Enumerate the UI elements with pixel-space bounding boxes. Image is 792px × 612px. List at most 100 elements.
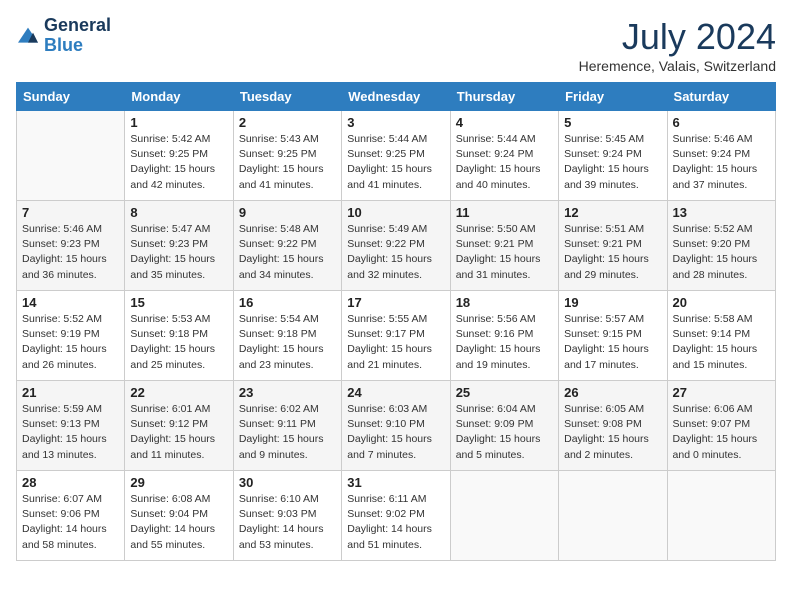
- calendar-cell: 21 Sunrise: 5:59 AMSunset: 9:13 PMDayligh…: [17, 381, 125, 471]
- day-info: Sunrise: 5:48 AMSunset: 9:22 PMDaylight:…: [239, 222, 336, 283]
- day-info: Sunrise: 5:49 AMSunset: 9:22 PMDaylight:…: [347, 222, 444, 283]
- weekday-header: Saturday: [667, 83, 775, 111]
- calendar-cell: 22 Sunrise: 6:01 AMSunset: 9:12 PMDayligh…: [125, 381, 233, 471]
- day-info: Sunrise: 5:55 AMSunset: 9:17 PMDaylight:…: [347, 312, 444, 373]
- calendar-cell: 31 Sunrise: 6:11 AMSunset: 9:02 PMDayligh…: [342, 471, 450, 561]
- calendar-cell: [559, 471, 667, 561]
- day-number: 20: [673, 295, 770, 310]
- calendar-cell: 25 Sunrise: 6:04 AMSunset: 9:09 PMDayligh…: [450, 381, 558, 471]
- calendar-cell: 24 Sunrise: 6:03 AMSunset: 9:10 PMDayligh…: [342, 381, 450, 471]
- title-block: July 2024 Heremence, Valais, Switzerland: [579, 16, 776, 74]
- calendar-cell: 13Sunrise: 5:52 AMSunset: 9:20 PMDayligh…: [667, 201, 775, 291]
- calendar-cell: 16 Sunrise: 5:54 AMSunset: 9:18 PMDayligh…: [233, 291, 341, 381]
- weekday-header: Tuesday: [233, 83, 341, 111]
- day-number: 21: [22, 385, 119, 400]
- weekday-header: Monday: [125, 83, 233, 111]
- calendar-cell: 3 Sunrise: 5:44 AMSunset: 9:25 PMDaylight…: [342, 111, 450, 201]
- day-number: 1: [130, 115, 227, 130]
- day-number: 26: [564, 385, 661, 400]
- logo-icon: [16, 26, 40, 46]
- day-info: Sunrise: 6:11 AMSunset: 9:02 PMDaylight:…: [347, 492, 444, 553]
- day-info: Sunrise: 5:50 AMSunset: 9:21 PMDaylight:…: [456, 222, 553, 283]
- day-info: Sunrise: 6:07 AMSunset: 9:06 PMDaylight:…: [22, 492, 119, 553]
- day-info: Sunrise: 5:58 AMSunset: 9:14 PMDaylight:…: [673, 312, 770, 373]
- calendar-cell: 30 Sunrise: 6:10 AMSunset: 9:03 PMDayligh…: [233, 471, 341, 561]
- day-number: 2: [239, 115, 336, 130]
- calendar-cell: 15 Sunrise: 5:53 AMSunset: 9:18 PMDayligh…: [125, 291, 233, 381]
- day-info: Sunrise: 5:56 AMSunset: 9:16 PMDaylight:…: [456, 312, 553, 373]
- day-info: Sunrise: 5:45 AMSunset: 9:24 PMDaylight:…: [564, 132, 661, 193]
- month-title: July 2024: [579, 16, 776, 58]
- day-number: 9: [239, 205, 336, 220]
- calendar-cell: 9 Sunrise: 5:48 AMSunset: 9:22 PMDaylight…: [233, 201, 341, 291]
- calendar-cell: 19 Sunrise: 5:57 AMSunset: 9:15 PMDayligh…: [559, 291, 667, 381]
- calendar-cell: 29Sunrise: 6:08 AMSunset: 9:04 PMDayligh…: [125, 471, 233, 561]
- day-info: Sunrise: 5:51 AMSunset: 9:21 PMDaylight:…: [564, 222, 661, 283]
- day-number: 24: [347, 385, 444, 400]
- day-info: Sunrise: 5:54 AMSunset: 9:18 PMDaylight:…: [239, 312, 336, 373]
- day-number: 13: [673, 205, 770, 220]
- day-info: Sunrise: 5:43 AMSunset: 9:25 PMDaylight:…: [239, 132, 336, 193]
- calendar-cell: 28 Sunrise: 6:07 AMSunset: 9:06 PMDayligh…: [17, 471, 125, 561]
- calendar-cell: 20 Sunrise: 5:58 AMSunset: 9:14 PMDayligh…: [667, 291, 775, 381]
- weekday-header: Thursday: [450, 83, 558, 111]
- day-info: Sunrise: 5:44 AMSunset: 9:25 PMDaylight:…: [347, 132, 444, 193]
- calendar-cell: 6Sunrise: 5:46 AMSunset: 9:24 PMDaylight…: [667, 111, 775, 201]
- day-info: Sunrise: 5:47 AMSunset: 9:23 PMDaylight:…: [130, 222, 227, 283]
- calendar-cell: 27 Sunrise: 6:06 AMSunset: 9:07 PMDayligh…: [667, 381, 775, 471]
- day-number: 15: [130, 295, 227, 310]
- calendar-cell: 4Sunrise: 5:44 AMSunset: 9:24 PMDaylight…: [450, 111, 558, 201]
- day-info: Sunrise: 5:46 AMSunset: 9:23 PMDaylight:…: [22, 222, 119, 283]
- day-number: 30: [239, 475, 336, 490]
- day-number: 17: [347, 295, 444, 310]
- day-number: 8: [130, 205, 227, 220]
- day-number: 11: [456, 205, 553, 220]
- day-info: Sunrise: 6:10 AMSunset: 9:03 PMDaylight:…: [239, 492, 336, 553]
- day-number: 31: [347, 475, 444, 490]
- calendar-table: SundayMondayTuesdayWednesdayThursdayFrid…: [16, 82, 776, 561]
- day-info: Sunrise: 5:44 AMSunset: 9:24 PMDaylight:…: [456, 132, 553, 193]
- page-header: General Blue July 2024 Heremence, Valais…: [16, 16, 776, 74]
- day-number: 27: [673, 385, 770, 400]
- calendar-week-row: 28 Sunrise: 6:07 AMSunset: 9:06 PMDayligh…: [17, 471, 776, 561]
- day-number: 28: [22, 475, 119, 490]
- day-info: Sunrise: 5:57 AMSunset: 9:15 PMDaylight:…: [564, 312, 661, 373]
- calendar-cell: 10Sunrise: 5:49 AMSunset: 9:22 PMDayligh…: [342, 201, 450, 291]
- day-info: Sunrise: 6:06 AMSunset: 9:07 PMDaylight:…: [673, 402, 770, 463]
- calendar-cell: 17 Sunrise: 5:55 AMSunset: 9:17 PMDayligh…: [342, 291, 450, 381]
- day-number: 19: [564, 295, 661, 310]
- weekday-header: Sunday: [17, 83, 125, 111]
- day-number: 25: [456, 385, 553, 400]
- day-info: Sunrise: 5:53 AMSunset: 9:18 PMDaylight:…: [130, 312, 227, 373]
- day-number: 6: [673, 115, 770, 130]
- calendar-cell: 7 Sunrise: 5:46 AMSunset: 9:23 PMDaylight…: [17, 201, 125, 291]
- day-info: Sunrise: 5:52 AMSunset: 9:19 PMDaylight:…: [22, 312, 119, 373]
- day-number: 7: [22, 205, 119, 220]
- day-info: Sunrise: 5:59 AMSunset: 9:13 PMDaylight:…: [22, 402, 119, 463]
- day-info: Sunrise: 6:05 AMSunset: 9:08 PMDaylight:…: [564, 402, 661, 463]
- day-number: 14: [22, 295, 119, 310]
- logo: General Blue: [16, 16, 111, 56]
- day-number: 12: [564, 205, 661, 220]
- calendar-week-row: 21 Sunrise: 5:59 AMSunset: 9:13 PMDayligh…: [17, 381, 776, 471]
- calendar-cell: 12 Sunrise: 5:51 AMSunset: 9:21 PMDayligh…: [559, 201, 667, 291]
- location: Heremence, Valais, Switzerland: [579, 58, 776, 74]
- weekday-header: Friday: [559, 83, 667, 111]
- logo-text: General Blue: [44, 16, 111, 56]
- day-number: 22: [130, 385, 227, 400]
- calendar-cell: [667, 471, 775, 561]
- day-info: Sunrise: 6:01 AMSunset: 9:12 PMDaylight:…: [130, 402, 227, 463]
- calendar-cell: 18Sunrise: 5:56 AMSunset: 9:16 PMDayligh…: [450, 291, 558, 381]
- calendar-cell: 8 Sunrise: 5:47 AMSunset: 9:23 PMDaylight…: [125, 201, 233, 291]
- day-info: Sunrise: 6:04 AMSunset: 9:09 PMDaylight:…: [456, 402, 553, 463]
- calendar-cell: [17, 111, 125, 201]
- day-number: 29: [130, 475, 227, 490]
- calendar-week-row: 1Sunrise: 5:42 AMSunset: 9:25 PMDaylight…: [17, 111, 776, 201]
- day-number: 3: [347, 115, 444, 130]
- day-info: Sunrise: 6:02 AMSunset: 9:11 PMDaylight:…: [239, 402, 336, 463]
- calendar-week-row: 7 Sunrise: 5:46 AMSunset: 9:23 PMDaylight…: [17, 201, 776, 291]
- calendar-cell: 2 Sunrise: 5:43 AMSunset: 9:25 PMDaylight…: [233, 111, 341, 201]
- weekday-header: Wednesday: [342, 83, 450, 111]
- day-number: 16: [239, 295, 336, 310]
- day-info: Sunrise: 6:03 AMSunset: 9:10 PMDaylight:…: [347, 402, 444, 463]
